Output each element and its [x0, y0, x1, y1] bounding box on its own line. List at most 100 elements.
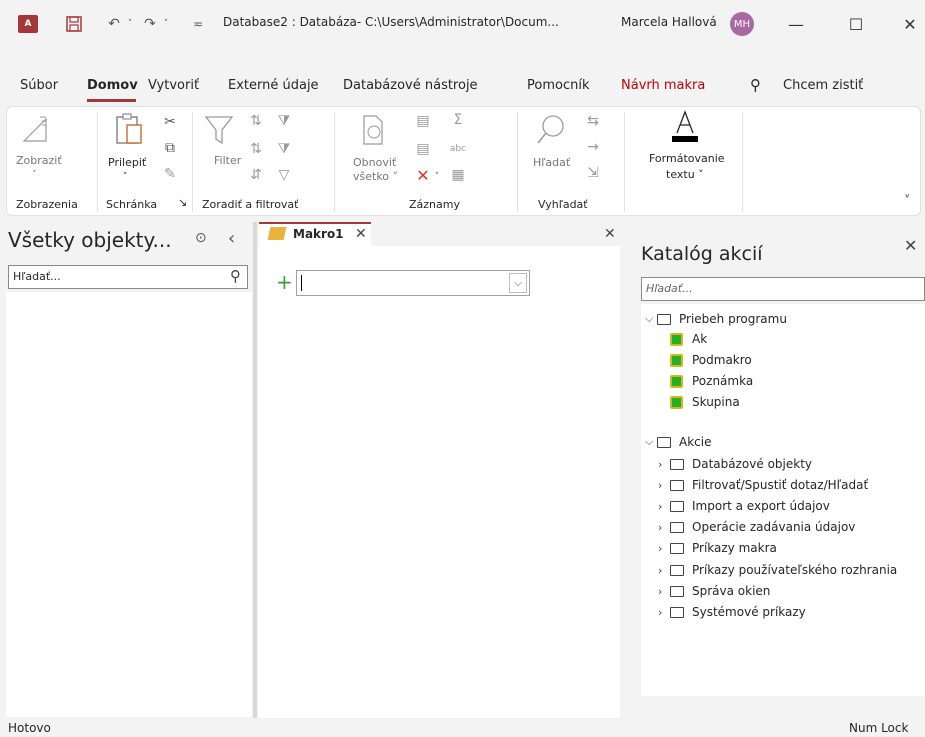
- delete-dropdown-icon[interactable]: ˅: [432, 170, 442, 184]
- totals-icon[interactable]: Σ: [448, 110, 468, 130]
- selection-filter-icon[interactable]: ⧩: [272, 112, 296, 130]
- nav-pane-title[interactable]: Všetky objekty...: [8, 228, 172, 252]
- save-record-icon[interactable]: ▤: [414, 140, 432, 158]
- tree-node-label: Operácie zadávania údajov: [692, 520, 856, 534]
- chevron-right-icon[interactable]: ›: [658, 458, 670, 471]
- tree-node-macro-commands[interactable]: › Príkazy makra: [658, 541, 777, 555]
- user-name[interactable]: Marcela Hallová: [621, 15, 717, 29]
- nav-search-input[interactable]: Hľadať... ⚲: [8, 265, 248, 289]
- tree-node-actions[interactable]: ⌵ Akcie: [645, 435, 711, 449]
- maximize-button[interactable]: ☐: [836, 10, 876, 38]
- close-catalog-icon[interactable]: ✕: [904, 236, 917, 255]
- tree-node-database-objects[interactable]: › Databázové objekty: [658, 457, 812, 471]
- catalog-search-input[interactable]: Hľadať... ⚲: [641, 277, 925, 301]
- refresh-all-icon[interactable]: [358, 112, 390, 148]
- tab-databazove-nastroje[interactable]: Databázové nástroje: [343, 78, 478, 93]
- tree-item-label: Poznámka: [692, 374, 754, 388]
- tab-externe-udaje[interactable]: Externé údaje: [228, 78, 319, 93]
- tree-node-import-export[interactable]: › Import a export údajov: [658, 499, 830, 513]
- redo-dropdown-icon[interactable]: ˅: [156, 14, 176, 34]
- collapse-ribbon-icon[interactable]: ˅: [904, 194, 911, 209]
- tree-node-system-commands[interactable]: › Systémové príkazy: [658, 605, 806, 619]
- tree-item-poznamka[interactable]: Poznámka: [670, 374, 753, 388]
- text-formatting-dropdown[interactable]: textu ˅: [666, 168, 704, 181]
- tree-node-ui-commands[interactable]: › Príkazy používateľského rozhrania: [658, 563, 897, 577]
- new-record-icon[interactable]: ▤: [414, 112, 432, 130]
- format-painter-icon[interactable]: ✎: [160, 164, 180, 184]
- action-catalog-title: Katalóg akcií: [641, 243, 763, 265]
- filter-funnel-icon[interactable]: [203, 112, 235, 148]
- tree-item-ak[interactable]: Ak: [670, 332, 707, 346]
- close-tab-icon[interactable]: ✕: [355, 226, 367, 242]
- sort-ascending-icon[interactable]: ⇅: [247, 112, 265, 130]
- chevron-down-icon[interactable]: ⌵: [645, 435, 657, 449]
- chevron-down-icon[interactable]: ⌵: [509, 273, 527, 293]
- select-icon[interactable]: ⇲: [584, 164, 602, 182]
- paste-dropdown-icon[interactable]: ˅: [123, 172, 128, 182]
- spelling-icon[interactable]: abc: [446, 140, 470, 158]
- tree-node-window-management[interactable]: › Správa okien: [658, 584, 770, 598]
- paste-button[interactable]: Prilepiť: [108, 156, 146, 169]
- tell-me-search[interactable]: Chcem zistiť: [783, 78, 863, 93]
- tab-vytvorit[interactable]: Vytvoriť: [148, 78, 199, 93]
- nav-pane-collapse-icon[interactable]: ‹: [228, 228, 235, 249]
- more-records-icon[interactable]: ▦: [448, 166, 468, 184]
- cut-icon[interactable]: ✂: [160, 112, 180, 132]
- view-button[interactable]: Zobraziť: [16, 154, 62, 167]
- tree-node-data-entry[interactable]: › Operácie zadávania údajov: [658, 520, 855, 534]
- chevron-right-icon[interactable]: ›: [658, 479, 670, 492]
- tree-node-program-flow[interactable]: ⌵ Priebeh programu: [645, 312, 787, 326]
- tree-item-skupina[interactable]: Skupina: [670, 395, 740, 409]
- chevron-right-icon[interactable]: ›: [658, 500, 670, 513]
- nav-pane-menu-icon[interactable]: ⊙: [195, 230, 207, 246]
- group-label-zobrazenia: Zobrazenia: [16, 198, 78, 211]
- sort-descending-icon[interactable]: ⇅: [247, 140, 265, 158]
- search-icon[interactable]: ⚲: [230, 267, 241, 285]
- refresh-all-button[interactable]: Obnoviť: [353, 156, 396, 169]
- close-document-icon[interactable]: ✕: [604, 226, 616, 242]
- view-dropdown-icon[interactable]: ˅: [32, 170, 37, 180]
- tab-navrh-makra[interactable]: Návrh makra: [621, 78, 705, 93]
- add-new-action-combo[interactable]: ⌵: [296, 270, 530, 296]
- tree-item-podmakro[interactable]: Podmakro: [670, 353, 752, 367]
- minimize-button[interactable]: —: [776, 10, 816, 38]
- chevron-right-icon[interactable]: ›: [658, 585, 670, 598]
- chevron-right-icon[interactable]: ›: [658, 521, 670, 534]
- chevron-right-icon[interactable]: ›: [658, 606, 670, 619]
- text-formatting-icon[interactable]: [668, 108, 702, 144]
- undo-dropdown-icon[interactable]: ˅: [120, 14, 140, 34]
- tree-node-label: Databázové objekty: [692, 457, 812, 471]
- chevron-right-icon[interactable]: ›: [658, 542, 670, 555]
- customize-qat-icon[interactable]: ≂: [188, 14, 208, 34]
- tab-domov[interactable]: Domov: [87, 78, 138, 93]
- paste-icon[interactable]: [112, 110, 146, 148]
- close-window-button[interactable]: ✕: [890, 10, 925, 38]
- tree-item-label: Skupina: [692, 395, 740, 409]
- remove-sort-icon[interactable]: ⇵: [247, 166, 265, 184]
- pane-splitter[interactable]: [253, 222, 257, 718]
- replace-icon[interactable]: ⇆: [584, 112, 602, 130]
- toggle-filter-icon[interactable]: ▽: [272, 166, 296, 184]
- refresh-all-dropdown[interactable]: všetko ˅: [353, 170, 398, 183]
- filter-button[interactable]: Filter: [214, 154, 241, 167]
- search-icon[interactable]: ⚲: [750, 76, 761, 94]
- tree-node-filter-query-search[interactable]: › Filtrovať/Spustiť dotaz/Hľadať: [658, 478, 868, 492]
- delete-record-icon[interactable]: ✕: [414, 166, 432, 185]
- clipboard-launcher-icon[interactable]: ↘: [178, 196, 187, 209]
- document-tab-label[interactable]: Makro1: [293, 227, 344, 241]
- ribbon-divider: [742, 112, 743, 212]
- copy-icon[interactable]: ⧉: [160, 138, 180, 158]
- find-button[interactable]: Hľadať: [533, 156, 570, 169]
- chevron-down-icon[interactable]: ⌵: [645, 312, 657, 326]
- view-design-icon[interactable]: [20, 112, 50, 146]
- chevron-right-icon[interactable]: ›: [658, 564, 670, 577]
- go-to-icon[interactable]: →: [584, 138, 602, 156]
- tab-subor[interactable]: Súbor: [20, 78, 58, 93]
- tab-pomocnik[interactable]: Pomocník: [527, 78, 589, 93]
- advanced-filter-icon[interactable]: ⧩: [272, 140, 296, 158]
- save-icon[interactable]: [64, 14, 84, 34]
- text-formatting-button[interactable]: Formátovanie: [649, 152, 725, 165]
- program-flow-action-icon: [670, 332, 683, 346]
- avatar[interactable]: MH: [730, 12, 754, 36]
- find-magnifier-icon[interactable]: [535, 112, 567, 148]
